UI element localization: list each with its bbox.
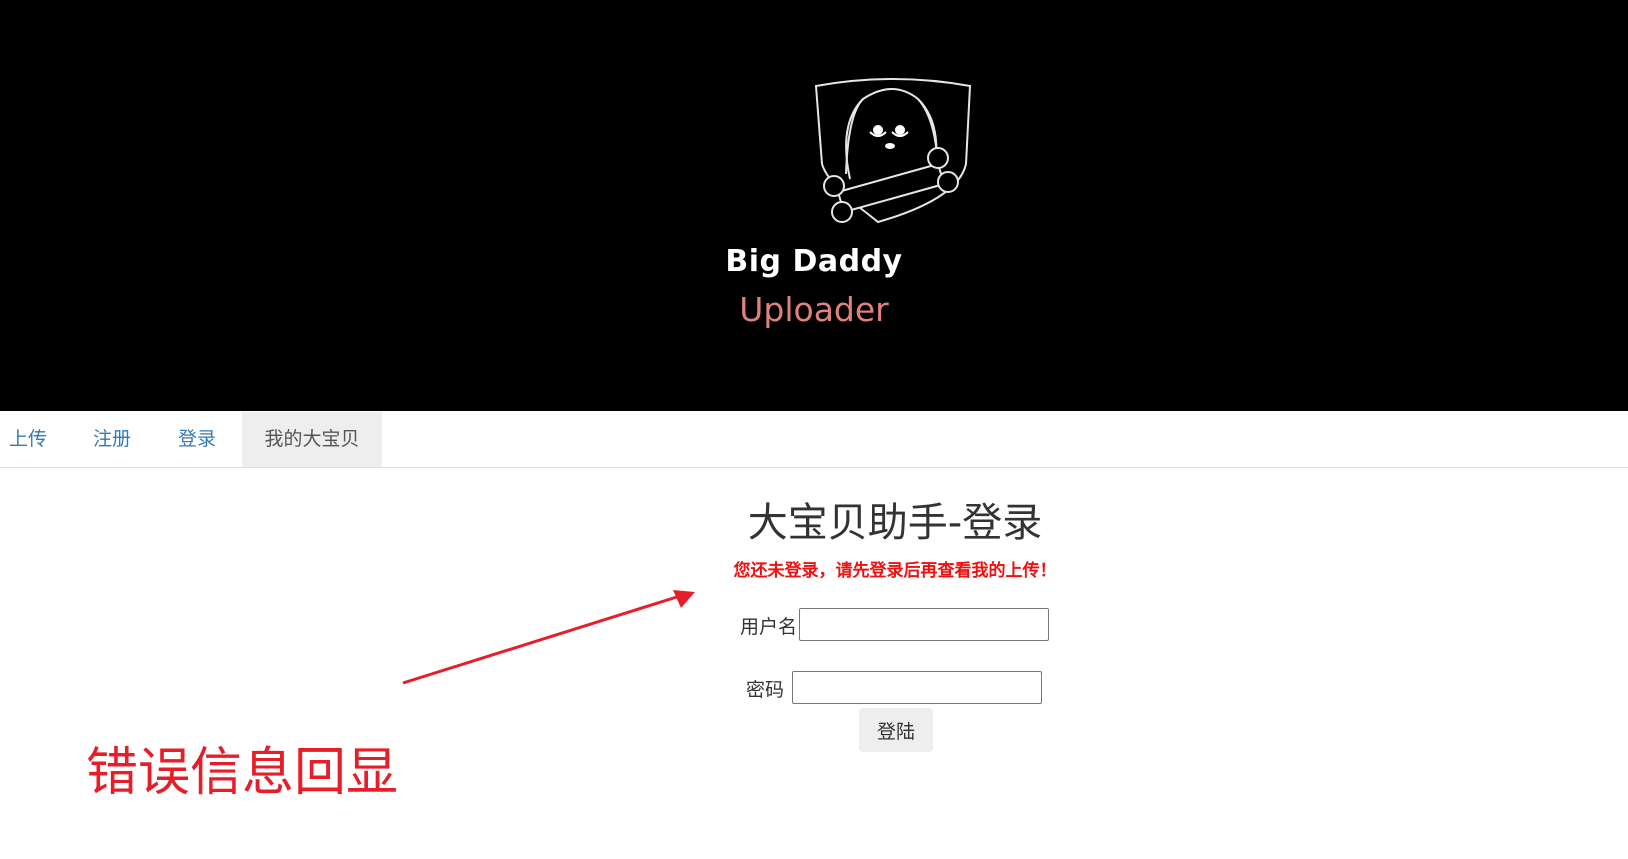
- password-input[interactable]: [792, 671, 1042, 704]
- nav-item-login[interactable]: 登录: [178, 412, 216, 467]
- username-label: 用户名: [740, 616, 798, 638]
- nav-bar: 上传 注册 登录 我的大宝贝: [0, 412, 1628, 468]
- username-input[interactable]: [799, 608, 1049, 641]
- dog-with-bone-logo: [814, 78, 972, 224]
- login-button[interactable]: 登陆: [859, 708, 933, 752]
- nav-item-register[interactable]: 注册: [93, 412, 131, 467]
- error-message: 您还未登录，请先登录后再查看我的上传！: [733, 561, 1057, 581]
- brand-subtitle: Uploader: [739, 290, 889, 329]
- annotation-label: 错误信息回显: [86, 743, 399, 803]
- page-title: 大宝贝助手-登录: [747, 500, 1043, 546]
- password-label: 密码: [746, 679, 785, 701]
- brand-name: Big Daddy: [725, 244, 903, 279]
- nav-item-my-uploads[interactable]: 我的大宝贝: [242, 412, 382, 467]
- annotation-arrow: [402, 590, 695, 685]
- header-banner: Big Daddy Uploader: [0, 0, 1628, 411]
- nav-item-upload[interactable]: 上传: [9, 412, 47, 467]
